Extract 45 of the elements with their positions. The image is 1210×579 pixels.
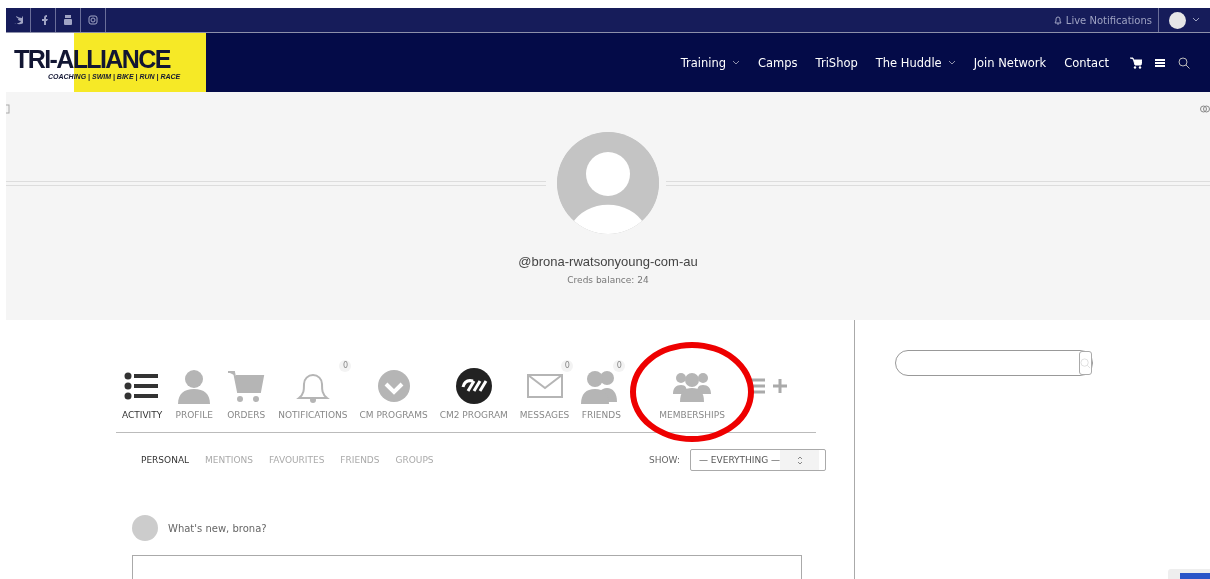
bell-icon[interactable] (1052, 15, 1063, 25)
caret-icon[interactable] (947, 59, 956, 66)
instagram-icon[interactable] (88, 15, 98, 25)
caret-icon[interactable] (1192, 17, 1200, 23)
sort-icon (796, 455, 803, 465)
profile-tab[interactable]: ACTIVITY (116, 360, 169, 420)
profile-tab[interactable]: FRIENDS 0 (575, 360, 628, 420)
feed-filter-tab[interactable]: PERSONAL (141, 455, 190, 465)
nav-link[interactable]: Join Network (973, 55, 1047, 70)
nav-link[interactable]: Training (680, 55, 727, 70)
nav-link[interactable]: TriShop (815, 55, 858, 70)
count-badge: 0 (613, 360, 626, 372)
cm2-logo-icon (453, 368, 494, 404)
username: @brona-rwatsonyoung-com-au (518, 254, 698, 269)
profile-tab[interactable]: MESSAGES 0 (513, 360, 576, 420)
user-avatar (132, 515, 158, 541)
show-label: SHOW: (649, 455, 680, 465)
menu-icon[interactable] (1154, 56, 1166, 69)
feed-filter-tab[interactable]: MENTIONS (205, 455, 253, 465)
profile-tab[interactable]: PROFILE (168, 360, 221, 420)
profile-tab[interactable]: MEMBERSHIPS (653, 360, 731, 420)
profile-tab[interactable]: NOTIFICATIONS 0 (272, 360, 354, 420)
profile-tab[interactable]: ORDERS (220, 360, 273, 420)
cart-icon[interactable] (1130, 56, 1142, 69)
nav-link[interactable]: The Huddle (875, 55, 942, 70)
show-select[interactable]: — EVERYTHING — (690, 449, 826, 471)
feed-filter-tab[interactable]: FAVOURITES (268, 455, 325, 465)
count-badge: 0 (339, 360, 352, 372)
search-icon[interactable] (1178, 56, 1190, 69)
toggle-icon[interactable] (1200, 104, 1210, 114)
feed-filter-tab[interactable]: GROUPS (395, 455, 434, 465)
notifications-link[interactable]: Live Notifications (1065, 14, 1152, 26)
creds-balance: Creds balance: 24 (567, 275, 649, 285)
count-badge: 0 (561, 360, 574, 372)
nav-link[interactable]: Camps (758, 55, 798, 70)
profile-tab[interactable]: CM PROGRAMS (353, 360, 434, 420)
search-icon (1080, 357, 1091, 369)
nav-link[interactable]: Contact (1064, 55, 1109, 70)
recaptcha-badge (1168, 569, 1210, 579)
caret-icon[interactable] (732, 59, 741, 66)
feed-filter-tab[interactable]: FRIENDS (340, 455, 380, 465)
user-avatar[interactable] (1169, 11, 1186, 29)
cart-icon (226, 368, 267, 404)
post-prompt: What's new, brona? (168, 522, 267, 534)
profile-tab[interactable]: CM2 PROGRAM (433, 360, 514, 420)
